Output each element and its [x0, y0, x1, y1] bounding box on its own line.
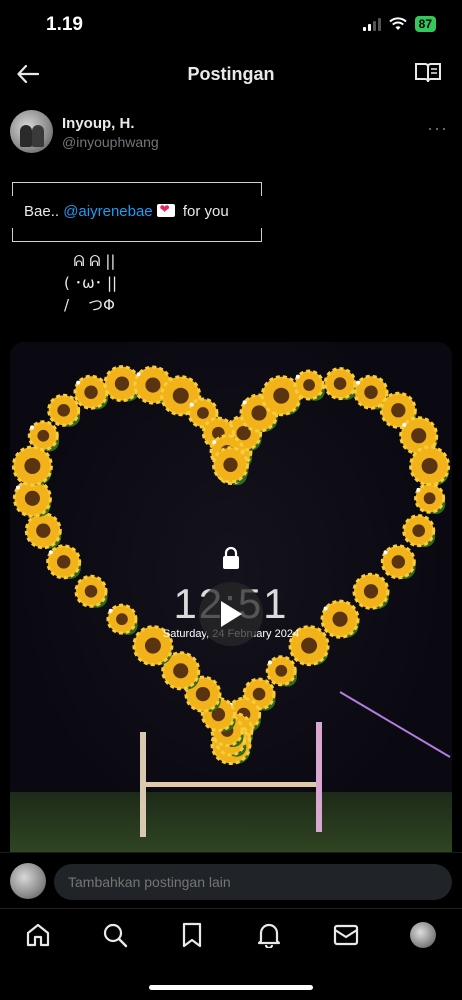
more-options-button[interactable]: ···: [427, 118, 448, 139]
bookmark-icon: [182, 922, 202, 948]
love-letter-icon: [156, 202, 175, 217]
sign-board: Bae.. @aiyrenebae for you: [12, 182, 262, 242]
mention-link[interactable]: @aiyrenebae: [63, 203, 152, 220]
bunny-line-2: ( ･ω･ ||: [64, 274, 118, 292]
nav-notifications[interactable]: [255, 921, 283, 949]
home-indicator: [149, 985, 313, 990]
reader-button[interactable]: [414, 62, 442, 86]
nav-profile-avatar[interactable]: [410, 922, 436, 948]
author-name[interactable]: Inyoup, H.: [62, 115, 135, 132]
post-text-suffix: for you: [178, 203, 229, 220]
nav-home[interactable]: [24, 921, 52, 949]
play-button[interactable]: [199, 582, 263, 646]
page-title: Postingan: [187, 64, 275, 84]
bunny-line-3: / つΦ: [64, 296, 115, 314]
bunny-line-1: ᕱ ᕱ ||: [64, 252, 116, 270]
status-bar: 1.19 87: [0, 0, 462, 50]
search-icon: [103, 923, 128, 948]
status-icons: 87: [362, 16, 436, 32]
header: Postingan: [0, 50, 462, 98]
play-icon: [221, 601, 242, 627]
bunny-art: ᕱ ᕱ || ( ･ω･ || / つΦ: [64, 250, 117, 316]
author-handle[interactable]: @inyouphwang: [62, 134, 159, 150]
home-icon: [26, 923, 50, 947]
signal-icon: [362, 17, 381, 31]
reply-bar: [0, 852, 462, 908]
post-text: Bae.. @aiyrenebae for you: [24, 202, 229, 220]
battery-indicator: 87: [414, 16, 436, 32]
nav-bookmarks[interactable]: [178, 921, 206, 949]
book-open-icon: [415, 63, 441, 83]
user-avatar[interactable]: [10, 863, 46, 899]
bell-icon: [257, 923, 281, 948]
author-avatar[interactable]: [10, 110, 53, 153]
wifi-icon: [388, 17, 407, 30]
post-text-prefix: Bae..: [24, 203, 64, 220]
lock-icon: [223, 546, 239, 569]
mail-icon: [333, 924, 359, 946]
nav-search[interactable]: [101, 921, 129, 949]
reply-input[interactable]: [54, 864, 452, 900]
status-time: 1.19: [46, 14, 83, 35]
nav-messages[interactable]: [332, 921, 360, 949]
video-media[interactable]: 12:51 Saturday, 24 February 2024: [10, 342, 452, 852]
